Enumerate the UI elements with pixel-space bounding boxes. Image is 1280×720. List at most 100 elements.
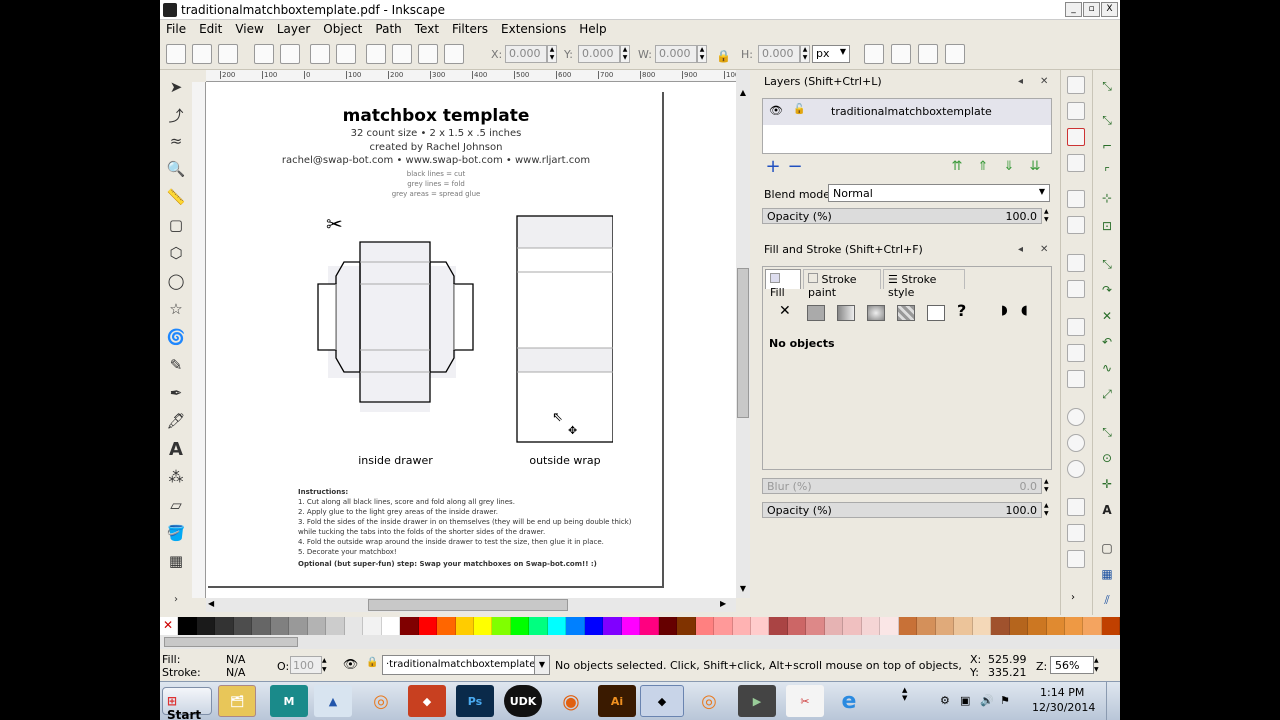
- layer-to-top-icon[interactable]: ⇈: [948, 158, 966, 176]
- pattern-icon[interactable]: [897, 305, 915, 321]
- color-swatch[interactable]: [917, 617, 936, 635]
- color-swatch[interactable]: [326, 617, 345, 635]
- layer-lock-icon[interactable]: 🔓: [793, 104, 805, 115]
- undo-icon[interactable]: [1067, 254, 1085, 272]
- object-opacity-spinner[interactable]: ▲ ▼: [1044, 502, 1052, 518]
- snap-bbox-corner-icon[interactable]: ⌜: [1097, 162, 1117, 182]
- blend-mode-select[interactable]: Normal ▼: [828, 184, 1050, 202]
- minimize-button[interactable]: _: [1065, 2, 1082, 17]
- opacity-field[interactable]: 100: [290, 656, 322, 674]
- color-swatch[interactable]: [714, 617, 733, 635]
- zoom-drawing-icon[interactable]: [1067, 434, 1085, 452]
- zoom-tool-icon[interactable]: 🔍: [165, 158, 187, 180]
- remove-layer-icon[interactable]: −: [786, 158, 804, 176]
- internet-explorer-task-icon[interactable]: e: [830, 685, 868, 717]
- snap-toggle-icon[interactable]: ⤡: [1097, 76, 1117, 96]
- scroll-up-icon[interactable]: ▲: [736, 88, 750, 100]
- flip-vertical-icon[interactable]: [336, 44, 356, 64]
- tray-network-icon[interactable]: ⚙: [940, 694, 950, 707]
- menu-filters[interactable]: Filters: [452, 22, 488, 36]
- snap-intersection-icon[interactable]: ✕: [1097, 306, 1117, 326]
- palette-scrollbar[interactable]: [160, 635, 1120, 649]
- 3d-box-tool-icon[interactable]: ⬡: [165, 242, 187, 264]
- zoom-spinner[interactable]: ▲ ▼: [1094, 656, 1104, 674]
- menu-path[interactable]: Path: [375, 22, 401, 36]
- h-spinner[interactable]: ▲ ▼: [800, 45, 810, 63]
- w-spinner[interactable]: ▲ ▼: [697, 45, 707, 63]
- autodesk-task-icon[interactable]: ▲: [314, 685, 352, 717]
- swatch-icon[interactable]: [927, 305, 945, 321]
- gradient-tool-icon[interactable]: ▦: [165, 550, 187, 572]
- maximize-button[interactable]: ▫: [1083, 2, 1100, 17]
- layer-visibility-icon[interactable]: 👁: [769, 104, 783, 117]
- fill-stroke-iconify-icon[interactable]: ◂: [1018, 244, 1023, 255]
- zoom-page-icon[interactable]: [1067, 460, 1085, 478]
- zoom-selection-icon[interactable]: [1067, 408, 1085, 426]
- unlink-clone-icon[interactable]: [1067, 550, 1085, 568]
- print-icon[interactable]: [1067, 154, 1085, 172]
- menu-extensions[interactable]: Extensions: [501, 22, 566, 36]
- terminal-task-icon[interactable]: ▶: [738, 685, 776, 717]
- horizontal-scroll-thumb[interactable]: [368, 599, 568, 611]
- color-swatch[interactable]: [344, 617, 364, 635]
- color-swatch[interactable]: [510, 617, 530, 635]
- lower-to-bottom-icon[interactable]: [444, 44, 464, 64]
- y-field[interactable]: 0.000: [578, 45, 620, 63]
- menu-text[interactable]: Text: [415, 22, 439, 36]
- color-swatch[interactable]: [252, 617, 271, 635]
- color-swatch[interactable]: [640, 617, 659, 635]
- import-icon[interactable]: [1067, 190, 1085, 208]
- toggle-layer-lock-icon[interactable]: 🔒: [366, 657, 378, 668]
- firefox-task-icon[interactable]: ◉: [552, 685, 590, 717]
- show-desktop-button[interactable]: [1106, 682, 1118, 720]
- no-color-swatch[interactable]: ✕: [160, 617, 179, 635]
- menu-file[interactable]: File: [166, 22, 186, 36]
- color-swatch[interactable]: [898, 617, 918, 635]
- vertical-scrollbar[interactable]: ▲ ▼: [736, 70, 750, 598]
- raise-icon[interactable]: [392, 44, 412, 64]
- layer-opacity-spinner[interactable]: ▲ ▼: [1044, 208, 1052, 224]
- redo-icon[interactable]: [1067, 280, 1085, 298]
- export-icon[interactable]: [1067, 216, 1085, 234]
- toggle-layer-visibility-icon[interactable]: 👁: [343, 657, 358, 671]
- color-swatch[interactable]: [972, 617, 992, 635]
- tray-device-icon[interactable]: ▣: [960, 694, 970, 707]
- color-swatch[interactable]: [529, 617, 548, 635]
- blender-2-task-icon[interactable]: ◎: [690, 685, 728, 717]
- color-swatch[interactable]: [178, 617, 197, 635]
- menu-help[interactable]: Help: [579, 22, 606, 36]
- h-field[interactable]: 0.000: [758, 45, 800, 63]
- menu-layer[interactable]: Layer: [277, 22, 310, 36]
- tray-date[interactable]: 12/30/2014: [1032, 701, 1095, 714]
- layer-dropdown-icon[interactable]: ▼: [534, 655, 550, 675]
- select-all-layers-icon[interactable]: [192, 44, 212, 64]
- color-swatch[interactable]: [732, 617, 751, 635]
- color-swatch[interactable]: [1083, 617, 1102, 635]
- vertical-scroll-thumb[interactable]: [737, 268, 749, 418]
- fill-rule-nonzero-icon[interactable]: ◖: [1021, 303, 1028, 318]
- zoom-field[interactable]: 56%: [1050, 656, 1094, 674]
- udk-task-icon[interactable]: UDK: [504, 685, 542, 717]
- snap-bbox-midpoint-icon[interactable]: ⊹: [1097, 188, 1117, 208]
- color-swatch[interactable]: [677, 617, 696, 635]
- menu-view[interactable]: View: [235, 22, 263, 36]
- lower-icon[interactable]: [418, 44, 438, 64]
- snap-guide-icon[interactable]: ⫽: [1097, 590, 1117, 610]
- color-swatch[interactable]: [363, 617, 382, 635]
- open-file-icon[interactable]: [1067, 102, 1085, 120]
- color-swatch[interactable]: [400, 617, 419, 635]
- color-swatch[interactable]: [289, 617, 308, 635]
- scroll-right-icon[interactable]: ▶: [720, 599, 726, 608]
- color-swatch[interactable]: [455, 617, 474, 635]
- x-field[interactable]: 0.000: [505, 45, 547, 63]
- snap-midpoint-icon[interactable]: ⤢: [1097, 384, 1117, 404]
- layer-opacity-slider[interactable]: Opacity (%) 100.0: [762, 208, 1042, 224]
- copy-icon[interactable]: [1067, 318, 1085, 336]
- snap-cusp-icon[interactable]: ↶: [1097, 332, 1117, 352]
- color-swatch[interactable]: [806, 617, 825, 635]
- cut-icon[interactable]: [1067, 344, 1085, 362]
- color-swatch[interactable]: [381, 617, 401, 635]
- snap-others-icon[interactable]: ⤡: [1097, 422, 1117, 442]
- snap-bbox-icon[interactable]: ⤡: [1097, 110, 1117, 130]
- selector-tool-icon[interactable]: ➤: [165, 76, 187, 98]
